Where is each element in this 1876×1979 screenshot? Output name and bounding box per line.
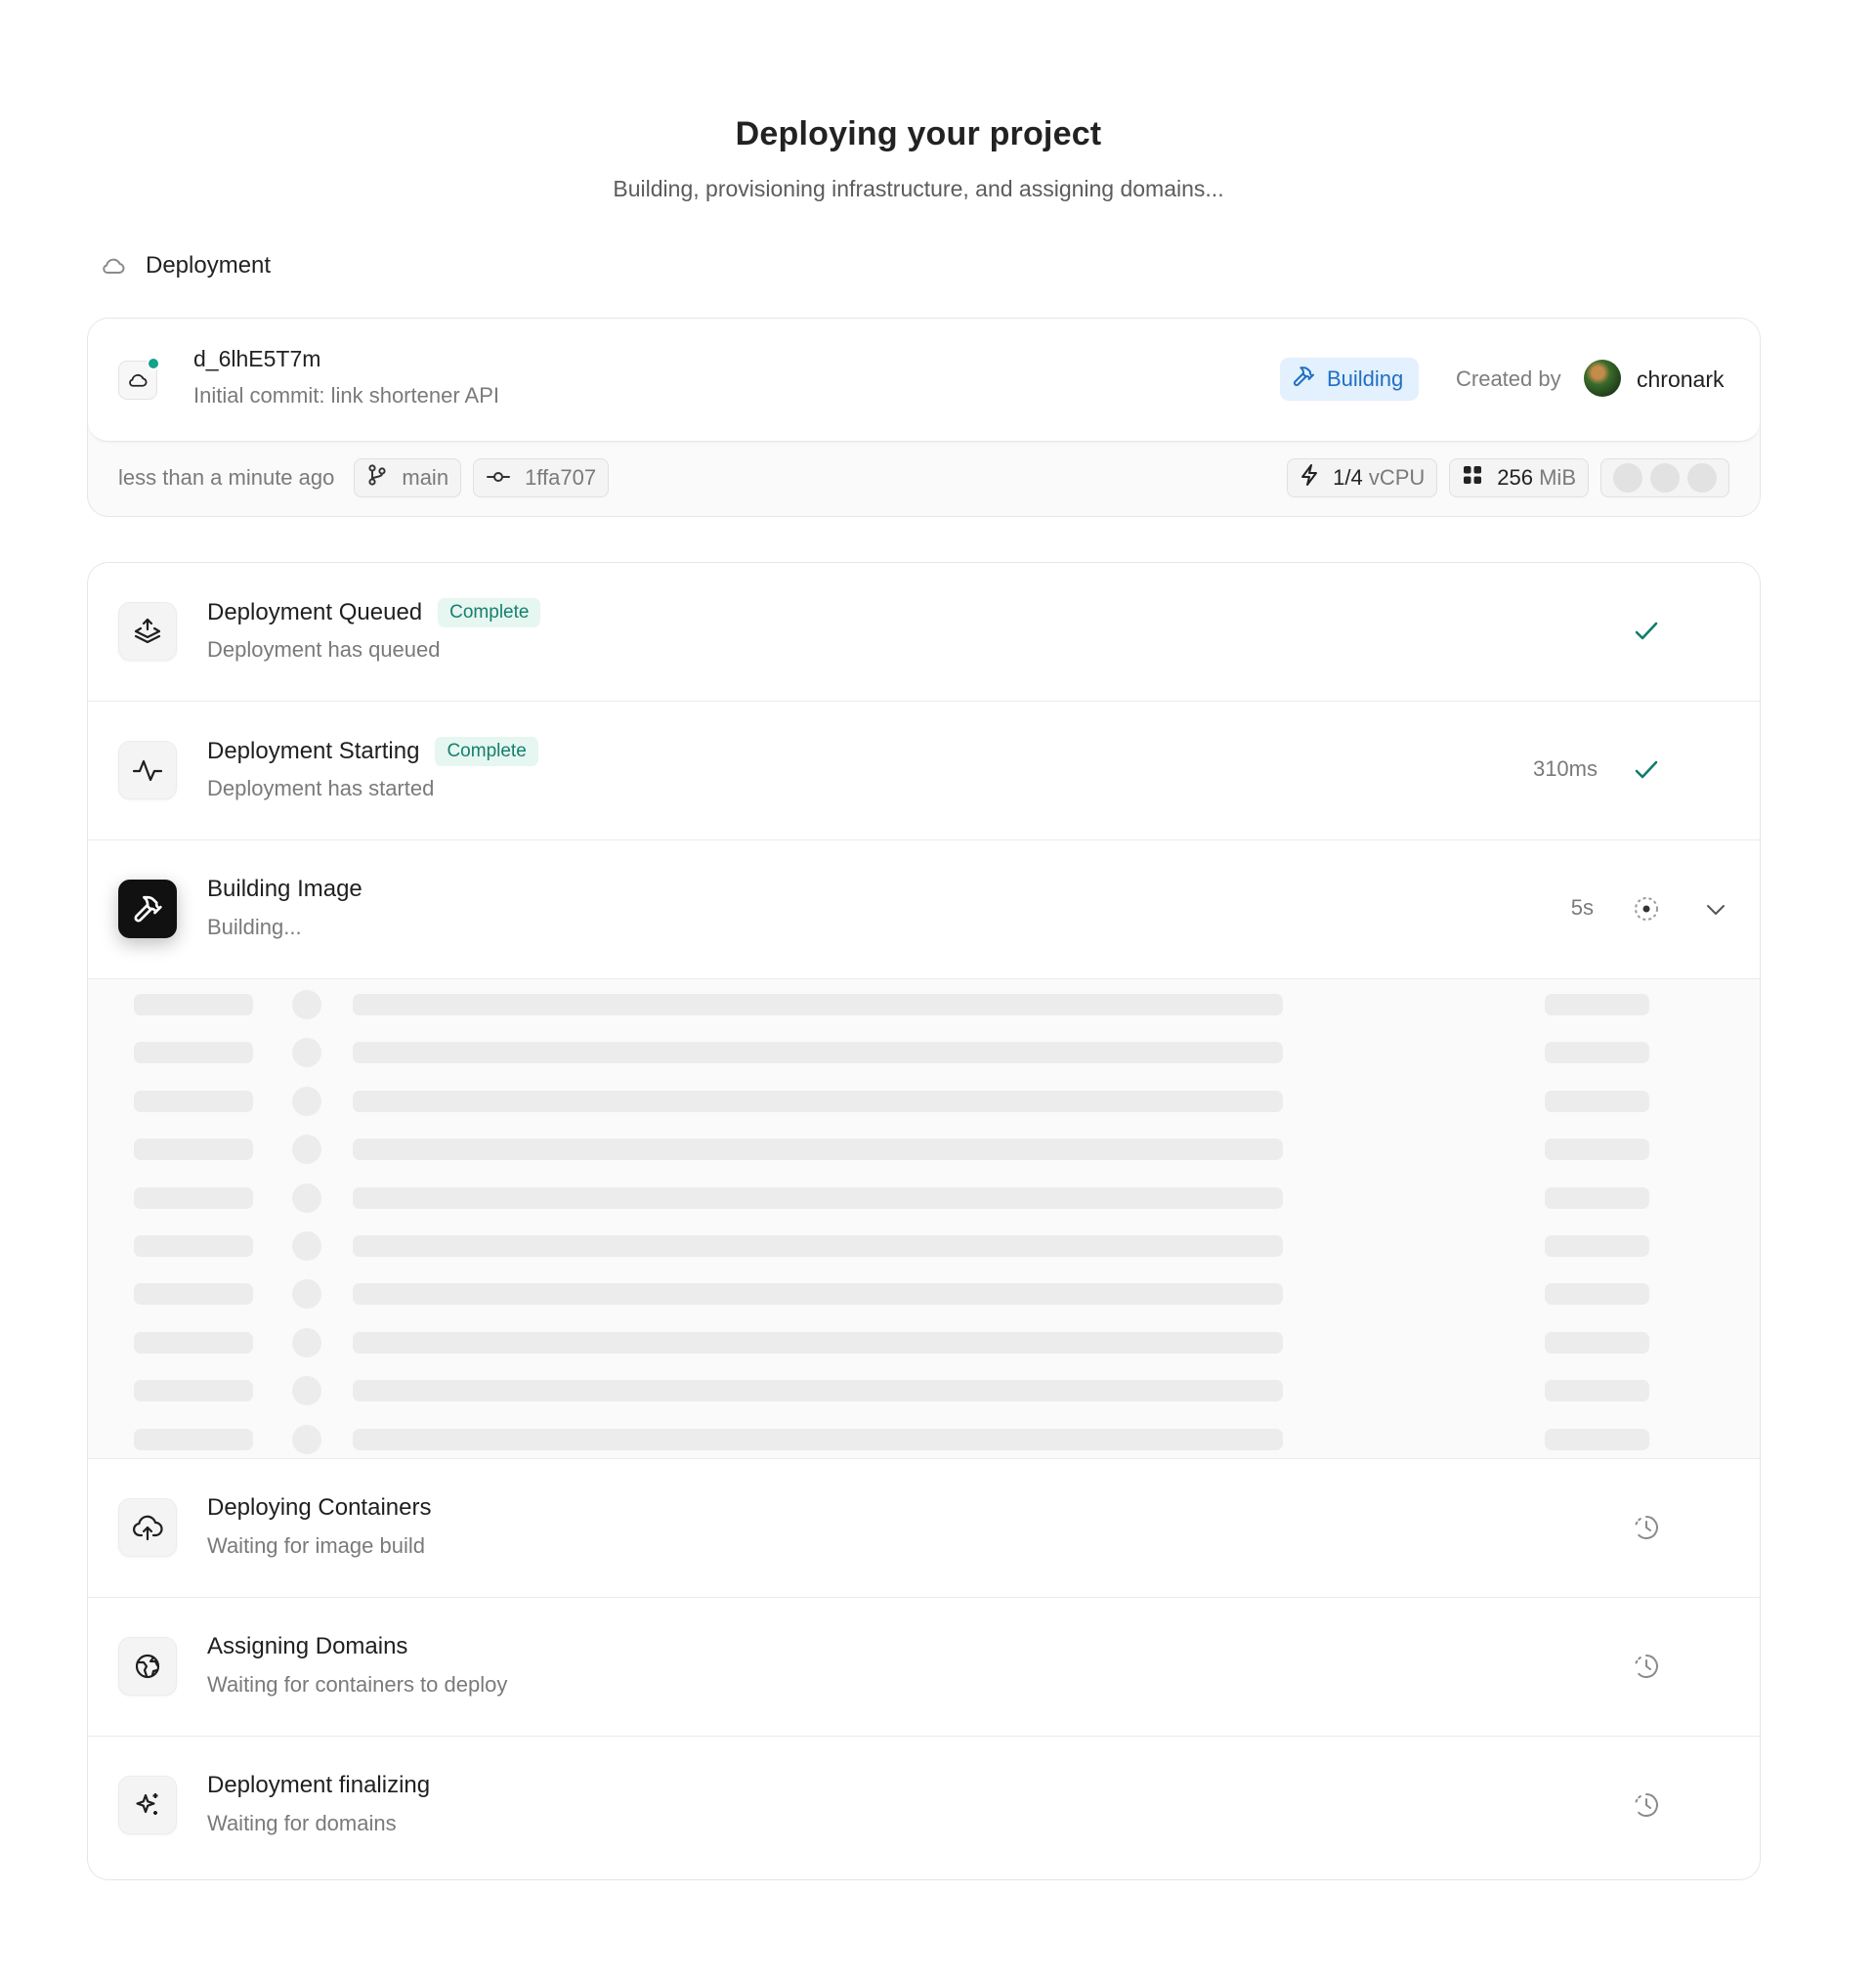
log-row-skeleton bbox=[88, 1038, 1760, 1067]
log-row-skeleton bbox=[88, 1425, 1760, 1454]
log-row-skeleton bbox=[88, 1135, 1760, 1164]
time-ago: less than a minute ago bbox=[118, 465, 335, 490]
created-by-label: Created by bbox=[1456, 366, 1561, 391]
regions-placeholder bbox=[1600, 458, 1729, 497]
step-description: Waiting for containers to deploy bbox=[207, 1672, 508, 1697]
cloud-icon bbox=[101, 255, 126, 277]
log-row-skeleton bbox=[88, 1376, 1760, 1405]
step-description: Building... bbox=[207, 915, 302, 939]
deployment-resources: 1/4 vCPU 256 MiB bbox=[1287, 458, 1729, 497]
deployment-card-header: d_6lhE5T7m Initial commit: link shortene… bbox=[88, 319, 1760, 442]
page-subtitle: Building, provisioning infrastructure, a… bbox=[613, 176, 1224, 201]
git-commit-icon bbox=[486, 465, 511, 491]
grid-icon bbox=[1462, 464, 1483, 492]
memory-unit: MiB bbox=[1539, 465, 1576, 490]
username[interactable]: chronark bbox=[1637, 366, 1724, 393]
chevron-down-icon[interactable] bbox=[1701, 895, 1730, 925]
deployment-id[interactable]: d_6lhE5T7m bbox=[193, 346, 320, 372]
page-header: Deploying your project Building, provisi… bbox=[0, 109, 1837, 206]
complete-badge: Complete bbox=[438, 598, 541, 627]
sparkle-icon bbox=[118, 1776, 177, 1834]
step-assigning-domains: Assigning Domains Waiting for containers… bbox=[88, 1598, 1760, 1737]
region-placeholder bbox=[1613, 463, 1642, 493]
step-title: Building Image bbox=[207, 876, 362, 902]
step-deployment-finalizing: Deployment finalizing Waiting for domain… bbox=[88, 1737, 1760, 1875]
deployment-steps: Deployment Queued Complete Deployment ha… bbox=[87, 562, 1761, 1880]
region-placeholder bbox=[1687, 463, 1717, 493]
step-title-row: Assigning Domains bbox=[207, 1633, 407, 1660]
avatar[interactable] bbox=[1584, 360, 1621, 397]
check-icon bbox=[1631, 754, 1662, 786]
cpu-chip: 1/4 vCPU bbox=[1287, 458, 1438, 497]
step-title: Deployment Queued bbox=[207, 599, 423, 625]
commit-message: Initial commit: link shortener API bbox=[193, 383, 500, 408]
step-title: Deployment finalizing bbox=[207, 1772, 431, 1798]
step-title-row: Building Image bbox=[207, 876, 362, 903]
log-row-skeleton bbox=[88, 1328, 1760, 1357]
step-deployment-starting: Deployment Starting Complete Deployment … bbox=[88, 702, 1760, 840]
step-title: Deploying Containers bbox=[207, 1494, 432, 1521]
log-row-skeleton bbox=[88, 1231, 1760, 1261]
page-title: Deploying your project bbox=[735, 115, 1102, 152]
step-description: Waiting for domains bbox=[207, 1811, 397, 1835]
clock-pending-icon bbox=[1631, 1789, 1662, 1821]
step-title: Deployment Starting bbox=[207, 738, 420, 764]
log-row-skeleton bbox=[88, 1183, 1760, 1213]
check-icon bbox=[1631, 616, 1662, 647]
clock-pending-icon bbox=[1631, 1651, 1662, 1682]
commit-chip[interactable]: 1ffa707 bbox=[473, 458, 610, 497]
deployment-section-label: Deployment bbox=[101, 252, 271, 280]
status-dot bbox=[147, 357, 160, 370]
step-title: Assigning Domains bbox=[207, 1633, 408, 1659]
complete-badge: Complete bbox=[435, 737, 538, 766]
step-title-row: Deployment finalizing bbox=[207, 1772, 430, 1799]
region-placeholder bbox=[1650, 463, 1680, 493]
git-branch-icon bbox=[366, 463, 388, 493]
cloud-upload-icon bbox=[118, 1498, 177, 1557]
step-description: Waiting for image build bbox=[207, 1533, 425, 1558]
section-label-text: Deployment bbox=[146, 252, 272, 279]
step-description: Deployment has queued bbox=[207, 637, 441, 662]
clock-pending-icon bbox=[1631, 1512, 1662, 1543]
step-title-row: Deployment Starting Complete bbox=[207, 737, 538, 766]
step-duration: 5s bbox=[1570, 895, 1594, 920]
step-title-row: Deployment Queued Complete bbox=[207, 598, 541, 627]
log-row-skeleton bbox=[88, 1279, 1760, 1309]
lightning-icon bbox=[1300, 463, 1319, 493]
step-deploying-containers: Deploying Containers Waiting for image b… bbox=[88, 1459, 1760, 1598]
step-duration: 310ms bbox=[1532, 756, 1598, 781]
step-description: Deployment has started bbox=[207, 776, 435, 800]
hammer-icon bbox=[1292, 365, 1315, 394]
memory-chip: 256 MiB bbox=[1449, 458, 1589, 497]
spinner-icon bbox=[1631, 893, 1662, 925]
step-building-image[interactable]: Building Image Building... 5s bbox=[88, 840, 1760, 979]
deployment-cloud-icon bbox=[118, 357, 160, 400]
deployment-card: d_6lhE5T7m Initial commit: link shortene… bbox=[87, 318, 1761, 517]
cpu-value: 1/4 bbox=[1333, 465, 1363, 490]
status-badge-label: Building bbox=[1327, 366, 1404, 391]
branch-chip[interactable]: main bbox=[354, 458, 462, 497]
step-title-row: Deploying Containers bbox=[207, 1494, 431, 1522]
step-deployment-queued: Deployment Queued Complete Deployment ha… bbox=[88, 563, 1760, 702]
log-row-skeleton bbox=[88, 990, 1760, 1019]
deployment-meta: less than a minute ago main 1ffa707 bbox=[118, 458, 610, 497]
build-logs-skeleton bbox=[88, 979, 1760, 1459]
log-row-skeleton bbox=[88, 1087, 1760, 1116]
upload-stack-icon bbox=[118, 602, 177, 661]
memory-value: 256 bbox=[1497, 465, 1533, 490]
hammer-icon bbox=[118, 880, 177, 938]
activity-icon bbox=[118, 741, 177, 799]
commit-sha: 1ffa707 bbox=[525, 465, 597, 490]
globe-icon bbox=[118, 1637, 177, 1696]
cpu-unit: vCPU bbox=[1368, 465, 1426, 490]
branch-name: main bbox=[402, 465, 449, 490]
status-badge: Building bbox=[1280, 358, 1420, 401]
